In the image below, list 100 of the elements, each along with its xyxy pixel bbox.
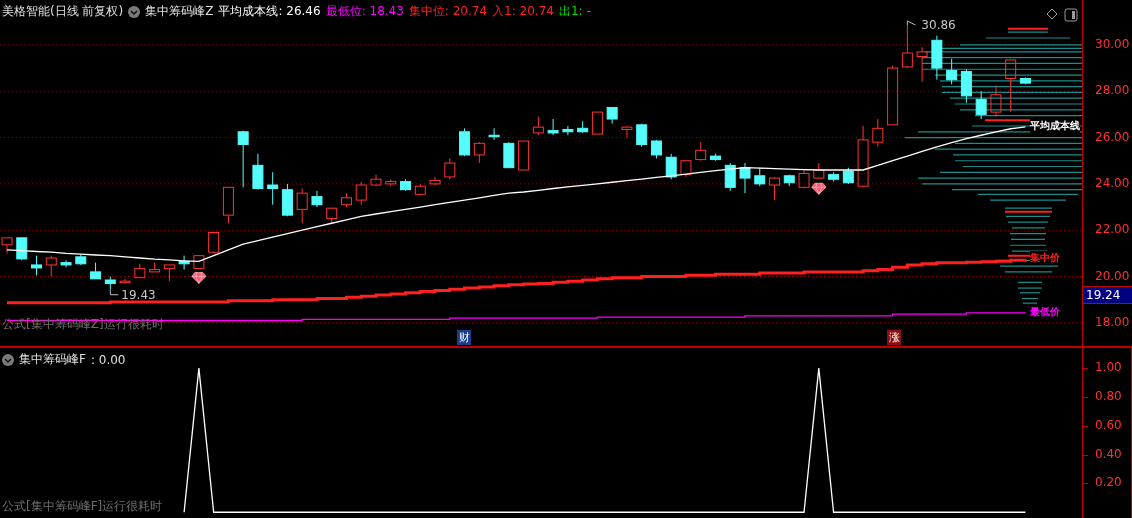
dropdown-icon[interactable] [128, 5, 141, 18]
candlestick [222, 186, 234, 224]
candlestick [916, 46, 928, 83]
candlestick [842, 167, 854, 185]
candlestick [193, 255, 205, 269]
price-axis-label: 18.00 [1095, 314, 1130, 329]
diamond-signal-icon [811, 182, 827, 195]
price-axis-label: 26.00 [1095, 129, 1130, 144]
candlestick [149, 262, 161, 273]
candlestick [444, 157, 456, 180]
candlestick [857, 125, 869, 187]
line-label: 集中价 [1030, 251, 1060, 266]
candlestick [75, 254, 87, 266]
candlestick [341, 192, 352, 208]
candlestick [90, 262, 102, 280]
value-axis-label: 0.80 [1095, 388, 1122, 403]
indicator-value: 平均成本线: 26.46 [218, 3, 321, 20]
stock-title: 美格智能(日线 前复权) [2, 3, 124, 20]
candlestick [355, 181, 367, 206]
candlestick [798, 169, 810, 189]
candlestick [621, 125, 633, 139]
candlestick [946, 58, 958, 85]
candlestick [1, 237, 13, 254]
diamond-icon[interactable] [1046, 8, 1058, 20]
candlestick [473, 141, 485, 164]
candlestick [710, 153, 721, 162]
candlestick [326, 207, 338, 224]
price-axis-label: 28.00 [1095, 83, 1130, 98]
formula-note: 公式[集中筹码峰F]运行很耗时 [2, 498, 163, 515]
candlestick [577, 120, 589, 134]
line-label: 最低价 [1030, 304, 1060, 319]
candlestick [45, 255, 57, 277]
candlestick [208, 232, 220, 254]
price-axis-label: 20.00 [1095, 268, 1130, 283]
line-label: 平均成本线 [1030, 118, 1080, 133]
candlestick [237, 130, 249, 188]
candlestick [119, 278, 131, 284]
candlestick [488, 127, 500, 141]
candlestick [887, 65, 899, 126]
indicator-name[interactable]: 集中筹码峰Z [145, 3, 214, 20]
price-tag: 19.24 [1083, 286, 1132, 305]
candlestick [370, 174, 382, 187]
candlestick [724, 162, 736, 192]
price-axis-label: 30.00 [1095, 36, 1130, 51]
candlestick [503, 141, 515, 169]
candlestick [163, 264, 175, 282]
candlestick [1019, 76, 1031, 85]
candlestick [975, 90, 987, 120]
candlestick [518, 140, 530, 171]
candlestick [252, 153, 264, 191]
candlestick [813, 162, 825, 180]
candlestick [739, 162, 751, 194]
price-axis-label: 24.00 [1095, 175, 1130, 190]
event-badge[interactable]: 涨 [887, 330, 901, 345]
candlestick [783, 174, 795, 187]
candlestick [385, 178, 397, 187]
candlestick [281, 183, 293, 217]
candlestick [429, 176, 441, 186]
candlestick [665, 153, 677, 180]
candlestick [414, 183, 426, 196]
candlestick [178, 255, 190, 271]
indicator-value: : 0.00 [90, 352, 126, 367]
candlestick [60, 259, 72, 268]
candlestick [296, 188, 308, 224]
indicator-value: 入1: 20.74 [492, 3, 554, 20]
candlestick [547, 118, 559, 136]
dropdown-icon[interactable] [2, 353, 14, 366]
candlestick [311, 190, 323, 208]
candlestick [400, 178, 411, 192]
candlestick [990, 84, 1002, 118]
event-badge[interactable]: 财 [457, 330, 471, 345]
candlestick [754, 167, 766, 187]
candlestick [459, 127, 471, 157]
candlestick [134, 263, 146, 279]
candlestick [104, 276, 116, 291]
candlestick [606, 106, 618, 125]
indicator-name[interactable]: 集中筹码峰F [19, 351, 86, 368]
indicator-value: 最低位: 18.43 [325, 3, 404, 20]
candlestick [1005, 59, 1017, 113]
candlestick [591, 111, 603, 135]
candlestick [636, 123, 648, 148]
value-axis-label: 0.20 [1095, 475, 1122, 490]
indicator-value: 集中位: 20.74 [408, 3, 488, 20]
candlestick [31, 255, 42, 276]
candlestick [901, 24, 913, 69]
candlestick [769, 176, 780, 201]
candlestick [828, 171, 840, 183]
candlestick [960, 68, 972, 104]
value-axis-label: 1.00 [1095, 360, 1122, 375]
candlestick [872, 118, 884, 148]
candlestick [650, 139, 662, 159]
candlestick [562, 125, 574, 136]
value-axis-label: 0.40 [1095, 446, 1122, 461]
panel-toggle-icon[interactable] [1064, 8, 1078, 22]
diamond-signal-icon [191, 272, 207, 284]
value-axis-label: 0.60 [1095, 417, 1122, 432]
candlestick [931, 35, 943, 81]
candlestick [680, 160, 692, 178]
price-axis-label: 22.00 [1095, 222, 1130, 237]
candlestick [16, 236, 28, 261]
